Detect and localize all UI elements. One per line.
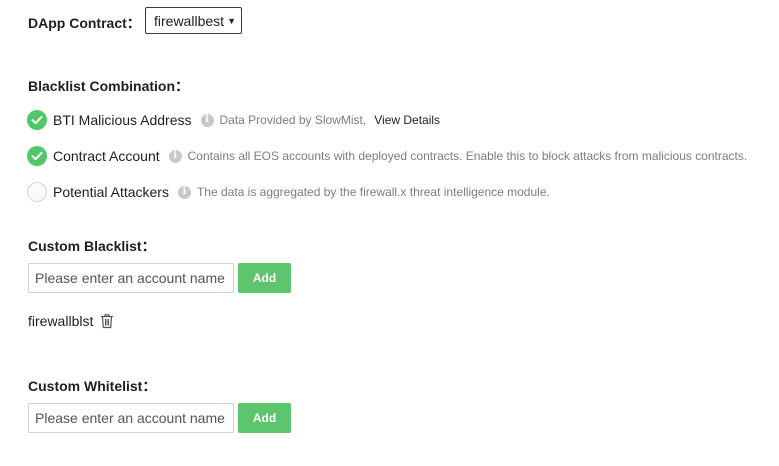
info-icon: i	[177, 185, 191, 199]
blacklist-combination-label: Blacklist Combination：	[28, 78, 190, 94]
view-details-link[interactable]: View Details	[374, 113, 440, 127]
checkbox-checked-icon[interactable]	[27, 110, 47, 130]
custom-blacklist-label: Custom Blacklist：	[28, 238, 156, 254]
info-icon: i	[168, 149, 182, 163]
checkbox-unchecked-icon[interactable]	[27, 182, 47, 202]
custom-whitelist-label: Custom Whitelist：	[28, 378, 157, 394]
blacklist-option-description: Contains all EOS accounts with deployed …	[187, 149, 748, 163]
trash-icon[interactable]	[100, 313, 114, 329]
custom-blacklist-add-button[interactable]: Add	[238, 263, 291, 293]
dapp-contract-select[interactable]: firewallbest ▼	[145, 7, 242, 34]
blacklist-entry: firewallblst	[28, 313, 114, 329]
dapp-contract-label: DApp Contract：	[28, 15, 141, 31]
caret-down-icon: ▼	[227, 16, 236, 26]
custom-whitelist-input[interactable]	[28, 403, 234, 433]
info-icon: i	[200, 113, 214, 127]
blacklist-option-title: Potential Attackers	[53, 184, 169, 200]
blacklist-option-description: The data is aggregated by the firewall.x…	[196, 185, 550, 199]
checkbox-checked-icon[interactable]	[27, 146, 47, 166]
blacklist-entry-name: firewallblst	[28, 313, 94, 329]
blacklist-option-title: BTI Malicious Address	[53, 112, 192, 128]
blacklist-option-bti[interactable]: BTI Malicious Address i Data Provided by…	[27, 109, 440, 131]
blacklist-option-title: Contract Account	[53, 148, 160, 164]
blacklist-option-potential-attackers[interactable]: Potential Attackers i The data is aggreg…	[27, 181, 550, 203]
blacklist-option-description: Data Provided by SlowMist,	[219, 113, 367, 127]
custom-blacklist-input[interactable]	[28, 263, 234, 293]
custom-whitelist-add-button[interactable]: Add	[238, 403, 291, 433]
blacklist-option-contract-account[interactable]: Contract Account i Contains all EOS acco…	[27, 145, 747, 167]
dapp-contract-selected-value: firewallbest	[154, 12, 225, 29]
